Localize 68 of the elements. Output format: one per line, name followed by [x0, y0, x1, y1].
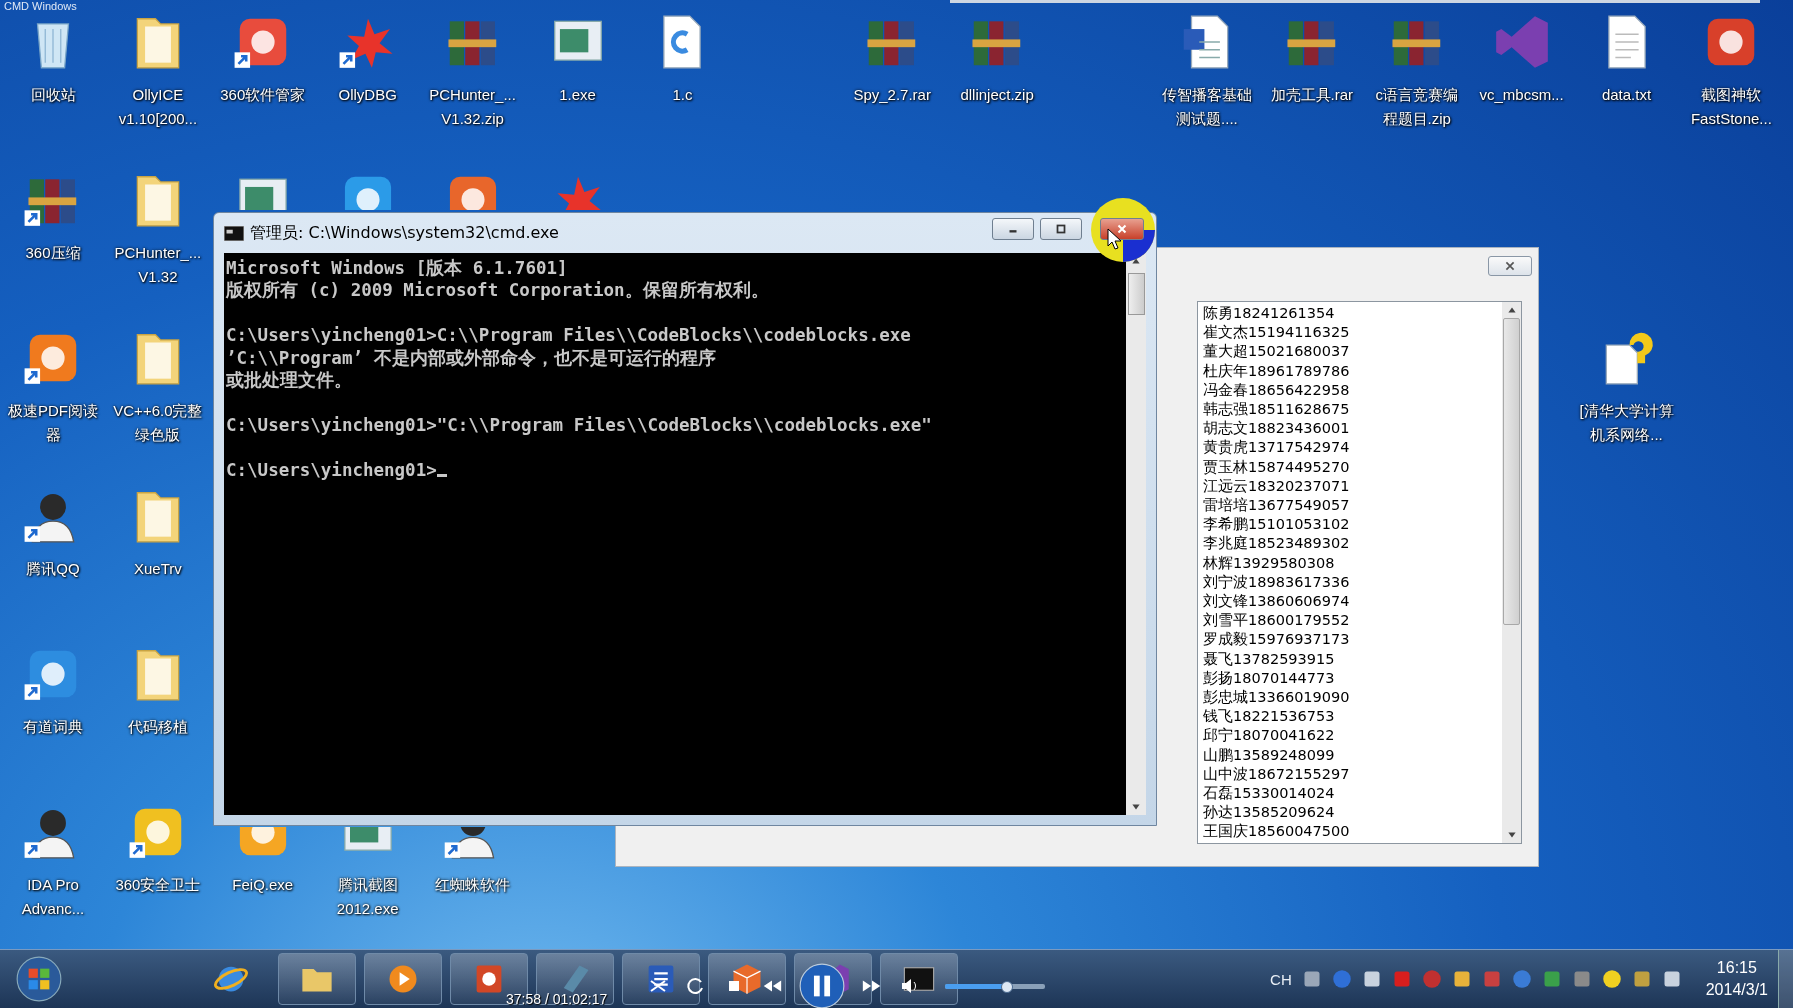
icon-label[interactable]: IDA Pro Advanc...: [21, 873, 85, 921]
list-item[interactable]: 李希鹏15101053102: [1203, 515, 1502, 535]
icon-label[interactable]: OllyDBG: [338, 83, 397, 107]
icon-label[interactable]: 腾讯QQ: [26, 557, 80, 581]
list-item[interactable]: 王国庆18560047500: [1203, 822, 1502, 842]
clock[interactable]: 16:15 2014/3/1: [1705, 957, 1768, 1002]
list-item[interactable]: 崔文杰15194116325: [1203, 323, 1502, 343]
list-item[interactable]: 彭扬18070144773: [1203, 668, 1502, 689]
icon-label[interactable]: OllyICE v1.10[200...: [118, 83, 198, 131]
icon-label[interactable]: vc_mbcsm...: [1479, 83, 1564, 107]
list-item[interactable]: 李兆庭18523489302: [1203, 534, 1502, 554]
icon-label[interactable]: 代码移植: [127, 715, 188, 739]
list-item[interactable]: 邱宁18070041622: [1203, 726, 1502, 746]
icon-label[interactable]: data.txt: [1601, 83, 1652, 107]
console-line: C:\Users\yincheng01>C:\\Program Files\\CodeBlocks\\codeblocks.exe: [226, 324, 911, 347]
icon-label[interactable]: 1.exe: [559, 83, 596, 107]
list-item[interactable]: 石磊15330014024: [1203, 784, 1502, 804]
list-item[interactable]: 山鹏13589248099: [1203, 745, 1502, 765]
list-item[interactable]: 雷培培13677549057: [1203, 496, 1502, 516]
icon-label[interactable]: 极速PDF阅读器: [5, 399, 101, 447]
list-item[interactable]: 刘雪平18600179552: [1203, 611, 1502, 631]
list-item[interactable]: 聂飞13782593915: [1203, 649, 1502, 669]
list-item[interactable]: 孙达13585209624: [1203, 803, 1502, 823]
console-line: Microsoft Windows [版本 6.1.7601]: [226, 257, 568, 280]
list-item[interactable]: 罗成毅15976937173: [1203, 630, 1502, 650]
icon-label[interactable]: dllinject.zip: [960, 83, 1034, 107]
list-item[interactable]: 贾玉林15874495270: [1203, 457, 1502, 477]
icon-label[interactable]: c语言竞赛编程题目.zip: [1368, 83, 1465, 131]
list-item[interactable]: 钱飞18221536753: [1203, 707, 1502, 727]
console-line: ’C:\\Program’ 不是内部或外部命令，也不是可运行的程序: [226, 346, 716, 369]
list-item[interactable]: 陈勇18241261354: [1203, 304, 1502, 324]
icon-label[interactable]: Spy_2.7.rar: [853, 83, 931, 107]
list-item[interactable]: 山中波18672155297: [1203, 764, 1502, 785]
list-item[interactable]: 韩志强18511628675: [1203, 400, 1502, 420]
list-item[interactable]: 冯金春18656422958: [1203, 380, 1502, 400]
list-item[interactable]: 刘宁波18983617336: [1203, 572, 1502, 593]
icon-label[interactable]: PCHunter_... V1.32.zip: [429, 83, 516, 131]
icon-label[interactable]: PCHunter_... V1.32: [114, 241, 202, 289]
icon-label[interactable]: XueTrv: [134, 557, 182, 581]
window-title: 管理员: C:\Windows\system32\cmd.exe: [250, 222, 560, 244]
list-item[interactable]: 彭忠城13366019090: [1203, 688, 1502, 708]
icon-label[interactable]: 1.c: [672, 83, 693, 107]
playback-time: 37:58 / 01:02:17: [506, 991, 608, 1008]
console-line: C:\Users\yincheng01>: [226, 458, 437, 481]
console-line: 版权所有 (c) 2009 Microsoft Corporation。保留所有权利。: [226, 279, 769, 302]
icon-label[interactable]: 截图神软 FastStone...: [1690, 83, 1772, 131]
window-caption: CMD Windows: [4, 0, 77, 12]
icon-label[interactable]: 有道词典: [23, 715, 83, 739]
list-item[interactable]: 刘文锋13860606974: [1203, 592, 1502, 612]
clock-time: 16:15: [1716, 958, 1757, 979]
icon-label[interactable]: 360安全卫士: [115, 873, 201, 897]
list-item[interactable]: 江远云18320237071: [1203, 476, 1502, 497]
console-line: C:\Users\yincheng01>"C:\\Program Files\\CodeBlocks\\codeblocks.exe": [226, 413, 932, 437]
icon-label[interactable]: 回收站: [30, 83, 76, 107]
clock-date: 2014/3/1: [1705, 980, 1768, 1001]
icon-label[interactable]: 360压缩: [25, 241, 81, 265]
icon-label[interactable]: 加壳工具.rar: [1270, 83, 1354, 107]
list-item[interactable]: 胡志文18823436001: [1203, 419, 1502, 439]
list-item[interactable]: 林辉13929580308: [1203, 553, 1502, 573]
console-line: 或批处理文件。: [226, 369, 352, 392]
list-item[interactable]: 杜庆年18961789786: [1203, 361, 1502, 381]
icon-label[interactable]: 360软件管家: [220, 83, 306, 107]
icon-label[interactable]: 传智播客基础测试题....: [1158, 83, 1255, 131]
input-language[interactable]: CH: [1270, 970, 1292, 988]
icon-label[interactable]: VC++6.0完整绿色版: [109, 399, 206, 447]
icon-label[interactable]: [清华大学计算机系网络...: [1578, 399, 1675, 447]
list-item[interactable]: 黄贵虎13717542974: [1203, 438, 1502, 458]
list-item[interactable]: 董大超15021680037: [1203, 342, 1502, 362]
